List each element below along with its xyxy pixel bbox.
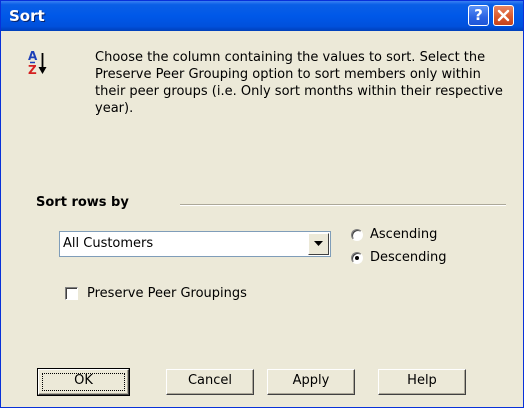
- close-icon: [497, 9, 510, 22]
- close-button[interactable]: [493, 5, 514, 26]
- dropdown-arrow-button[interactable]: [308, 233, 329, 255]
- title-bar[interactable]: Sort ?: [1, 1, 523, 31]
- help-title-button[interactable]: ?: [468, 5, 489, 26]
- question-mark-icon: ?: [474, 6, 483, 24]
- cancel-button[interactable]: Cancel: [166, 369, 254, 395]
- sort-az-icon: A Z: [28, 49, 48, 79]
- help-button-label: Help: [407, 373, 437, 388]
- dropdown-selected-value: All Customers: [63, 236, 154, 251]
- sort-column-dropdown[interactable]: All Customers: [59, 231, 331, 257]
- section-divider: [180, 204, 506, 206]
- help-button[interactable]: Help: [378, 369, 466, 395]
- instructions-text: Choose the column containing the values …: [95, 50, 503, 116]
- apply-button-label: Apply: [292, 373, 330, 388]
- sort-icon-letter-a: A: [28, 49, 38, 63]
- ok-button[interactable]: OK: [37, 368, 130, 396]
- sort-icon-letter-z: Z: [28, 63, 37, 77]
- sort-dialog: Sort ? A Z Choose the column containing …: [0, 0, 524, 408]
- focus-rectangle: [42, 373, 125, 391]
- cancel-button-label: Cancel: [187, 373, 233, 388]
- window-title: Sort: [9, 7, 45, 25]
- sort-rows-by-label: Sort rows by: [36, 195, 129, 210]
- radio-selected-dot: [355, 256, 359, 260]
- apply-button[interactable]: Apply: [267, 369, 355, 395]
- descending-label: Descending: [370, 250, 447, 265]
- descending-radio-circle[interactable]: [351, 252, 363, 264]
- ascending-label: Ascending: [370, 227, 438, 242]
- chevron-down-icon: [314, 241, 323, 246]
- ascending-radio-circle[interactable]: [351, 229, 363, 241]
- preserve-peer-checkbox[interactable]: [65, 287, 78, 300]
- preserve-peer-label: Preserve Peer Groupings: [87, 286, 247, 301]
